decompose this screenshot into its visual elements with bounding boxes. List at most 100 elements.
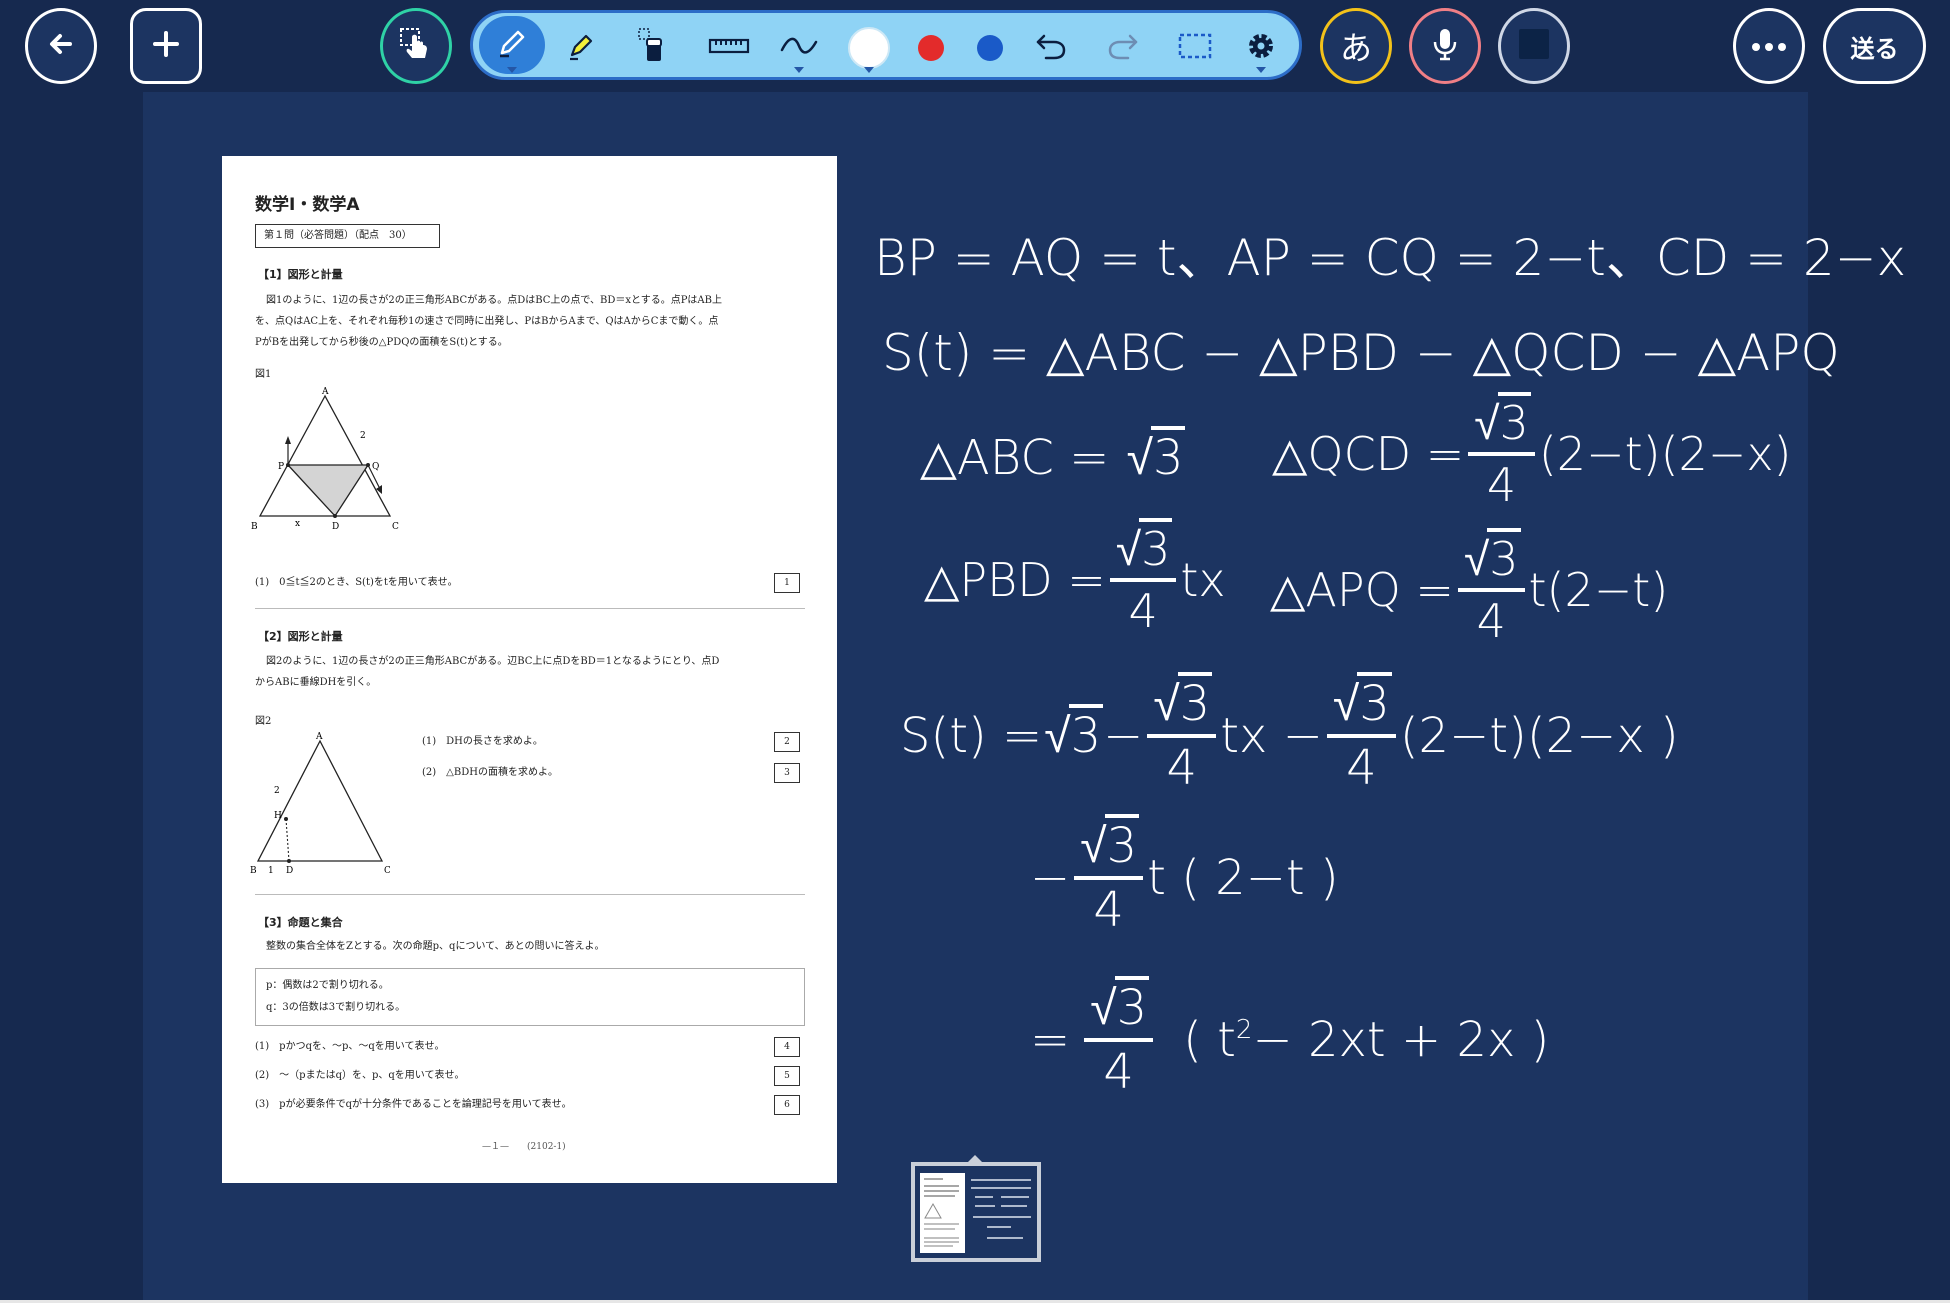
whiteboard-app: あ 送る 数学Ⅰ・数学A 第１問（必答問題）（配点 30） 【1】図形と計量 図… [0, 0, 1950, 1303]
worksheet-page[interactable]: 数学Ⅰ・数学A 第１問（必答問題）（配点 30） 【1】図形と計量 図1のように… [222, 156, 837, 1183]
part2-question-1: (1) DHの長さを求めよ。 [422, 736, 543, 747]
ruler-tool-button[interactable] [699, 22, 759, 74]
answer-box[interactable]: 5 [774, 1066, 800, 1086]
sqrt-radicand: 3 [1497, 392, 1531, 450]
touch-mode-button[interactable] [380, 8, 452, 84]
text-input-button[interactable]: あ [1320, 8, 1392, 84]
highlighter-icon [564, 29, 598, 67]
microphone-button[interactable] [1409, 8, 1481, 84]
sqrt-radicand: 3 [1104, 814, 1140, 874]
stroke-curve-icon [779, 34, 819, 62]
more-menu-button[interactable] [1733, 8, 1805, 84]
fraction-denominator: 4 [1486, 458, 1517, 512]
part3-question-1: (1) pかつqを、〜p、〜qを用いて表せ。 [255, 1041, 445, 1052]
figure2-triangle: A B C D H 2 1 [250, 732, 390, 876]
color-red-swatch[interactable] [905, 22, 957, 74]
page-footer: —１— (2102-1) [482, 1142, 566, 1152]
part3-heading: 【3】命題と集合 [258, 916, 343, 929]
fraction-sqrt3-over-4: √3 4 [1468, 392, 1535, 512]
color-white-swatch[interactable] [843, 22, 895, 74]
sqrt-radicand: 3 [1114, 976, 1150, 1036]
fig2-label-b: B [250, 866, 257, 876]
answer-box[interactable]: 6 [774, 1095, 800, 1115]
plus-icon [151, 29, 181, 63]
hand-pointer-icon [397, 25, 435, 67]
equation-s-result: = √3 4 ( t2 − 2xt + 2x ) [1030, 976, 1549, 1096]
undo-icon [1034, 31, 1068, 65]
stroke-style-button[interactable] [773, 22, 825, 74]
equation-line-2: S(t) = △ABC − △PBD − △QCD − △APQ [882, 324, 1840, 382]
fraction-sqrt3-over-4: √3 4 [1109, 518, 1177, 638]
fig1-label-x: x [295, 519, 300, 529]
color-blue-swatch[interactable] [964, 22, 1016, 74]
fraction-denominator: 4 [1166, 740, 1198, 796]
equation-apq: △APQ = √3 4 t(2−t) [1270, 528, 1669, 644]
fig1-label-p: P [278, 462, 284, 472]
undo-button[interactable] [1025, 22, 1077, 74]
proposition-box: p：偶数は2で割り切れる。 q：3の倍数は3で割り切れる。 [255, 968, 805, 1026]
section-divider [255, 894, 805, 895]
ruler-icon [708, 36, 750, 60]
back-button[interactable] [25, 8, 97, 84]
fig1-label-b: B [251, 522, 258, 532]
answer-box[interactable]: 3 [774, 763, 800, 783]
stop-icon [1518, 28, 1550, 64]
section-divider [255, 608, 805, 609]
microphone-icon [1431, 27, 1459, 65]
eraser-tool-button[interactable] [626, 22, 678, 74]
sqrt-radicand: 3 [1068, 704, 1104, 764]
pen-icon [495, 26, 529, 64]
apq-tail: t(2−t) [1528, 563, 1669, 617]
stroke-options-caret [794, 67, 804, 73]
s-lhs: S(t) = [900, 708, 1043, 764]
send-label: 送る [1850, 34, 1899, 63]
fig2-label-two: 2 [274, 786, 280, 796]
fig1-label-q: Q [372, 462, 379, 472]
redo-button[interactable] [1097, 22, 1149, 74]
sqrt-radicand: 3 [1139, 518, 1173, 576]
more-dots-icon [1751, 37, 1787, 56]
part1-heading: 【1】図形と計量 [258, 268, 343, 281]
s-tail: (2−t)(2−x ) [1399, 708, 1679, 764]
answer-box[interactable]: 2 [774, 732, 800, 752]
color-swatch-white-icon [848, 27, 890, 69]
answer-box[interactable]: 1 [774, 573, 800, 593]
worksheet-title: 数学Ⅰ・数学A [255, 195, 360, 215]
part1-text-line: 図1のように、1辺の長さが2の正三角形ABCがある。点DはBC上の点で、BD＝x… [266, 295, 723, 306]
figure1-triangle: A B C D P Q 2 x [251, 387, 399, 532]
sqrt-radicand: 3 [1357, 672, 1392, 732]
fig1-label-two: 2 [360, 431, 366, 441]
settings-button[interactable] [1235, 22, 1287, 74]
send-button[interactable]: 送る [1823, 8, 1926, 84]
equation-abc: △ABC = √3 [920, 426, 1186, 486]
fraction-sqrt3-over-4: √3 4 [1084, 976, 1154, 1096]
sqrt-radicand: 3 [1487, 528, 1521, 586]
add-page-button[interactable] [130, 8, 202, 84]
section-box: 第１問（必答問題）（配点 30） [255, 224, 440, 248]
page-thumbnail[interactable] [911, 1162, 1041, 1262]
page-thumbnail-preview [915, 1166, 1037, 1258]
figure1-label: 図1 [255, 369, 272, 380]
fig2-label-c: C [384, 866, 390, 876]
qcd-lhs: △QCD = [1272, 427, 1465, 481]
part2-text-line: 図2のように、1辺の長さが2の正三角形ABCがある。辺BC上に点DをBD＝1とな… [266, 656, 720, 667]
select-rectangle-icon [1177, 32, 1213, 64]
part3-question-2: (2) 〜（pまたはq）を、p、qを用いて表せ。 [255, 1070, 465, 1081]
select-tool-button[interactable] [1169, 22, 1221, 74]
abc-lhs: △ABC = [920, 430, 1125, 486]
highlighter-tool-button[interactable] [555, 22, 607, 74]
record-stop-button[interactable] [1498, 8, 1570, 84]
proposition-q: q：3の倍数は3で割り切れる。 [266, 1002, 406, 1013]
sqrt-three: √3 [1042, 704, 1104, 764]
color-options-caret [864, 67, 874, 73]
pbd-lhs: △PBD = [924, 553, 1106, 607]
settings-options-caret [1256, 67, 1266, 73]
sqrt-radicand: 3 [1177, 672, 1213, 732]
apq-lhs: △APQ = [1270, 563, 1454, 617]
equation-s-expanded: S(t) = √3 − √3 4 tx − √3 4 (2−t)(2−x ) [900, 672, 1679, 796]
arrow-left-icon [46, 29, 76, 63]
answer-box[interactable]: 4 [774, 1037, 800, 1057]
pen-tool-button[interactable] [479, 16, 545, 74]
color-swatch-red-icon [918, 35, 944, 61]
fraction-denominator: 4 [1128, 584, 1158, 638]
